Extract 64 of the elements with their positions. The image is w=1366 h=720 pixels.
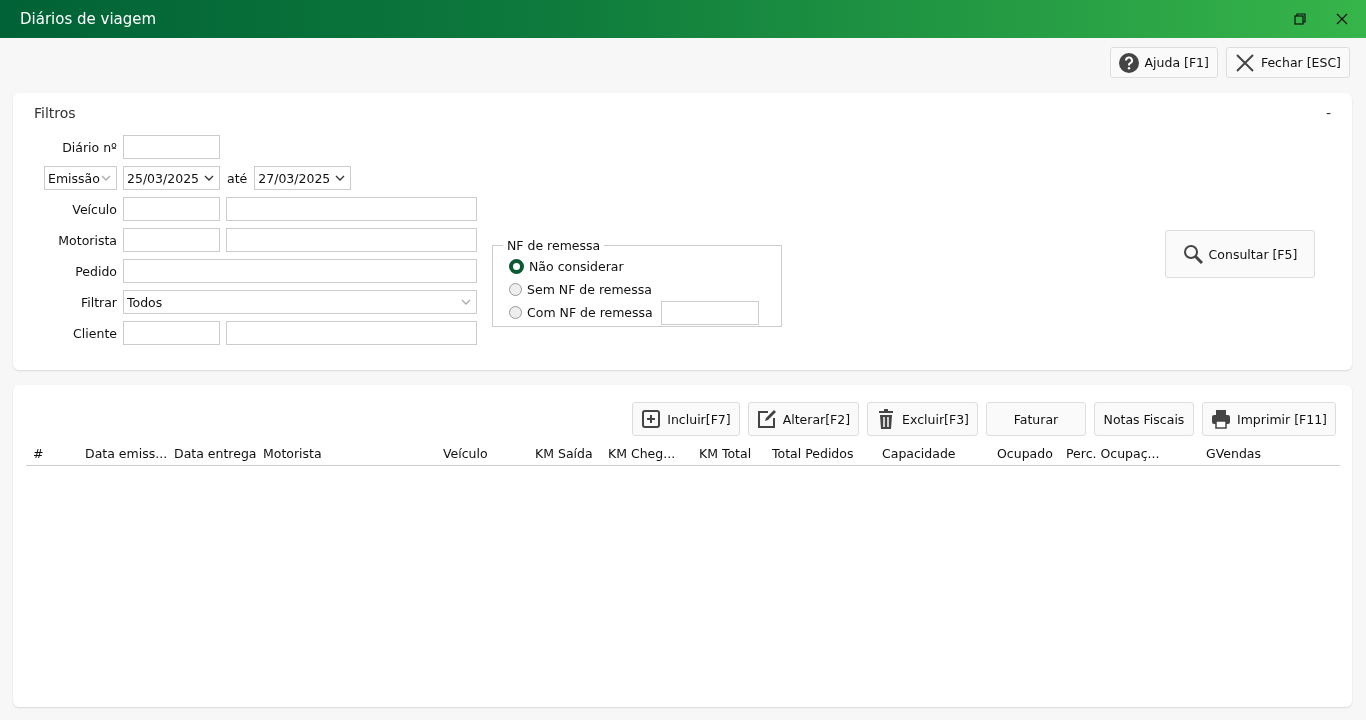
add-button[interactable]: Incluir[F7]: [632, 402, 740, 436]
radio-button[interactable]: [509, 306, 522, 319]
field-label: Cliente: [72, 325, 117, 341]
column-header[interactable]: Perc. Ocupaç...: [1066, 446, 1206, 461]
radio-label: Com NF de remessa: [527, 305, 653, 320]
column-header[interactable]: Veículo: [443, 446, 535, 461]
field-label: Pedido: [74, 263, 117, 279]
edit-icon: [756, 409, 777, 429]
help-button[interactable]: Ajuda [F1]: [1109, 47, 1218, 78]
chevron-down-icon: [101, 175, 111, 181]
input-field[interactable]: [123, 197, 220, 221]
column-header[interactable]: Data entrega: [174, 446, 263, 461]
action-button[interactable]: Faturar: [985, 402, 1086, 436]
close-button[interactable]: Fechar [ESC]: [1225, 47, 1350, 78]
column-header[interactable]: #: [33, 446, 85, 461]
input-field[interactable]: [123, 321, 220, 345]
collapse-button[interactable]: -: [1325, 105, 1331, 131]
action-button[interactable]: Notas Fiscais: [1093, 402, 1194, 436]
chevron-down-icon: [461, 299, 471, 305]
radio-button[interactable]: [509, 259, 524, 274]
close-icon: [1234, 52, 1255, 73]
delete-button[interactable]: Excluir[F3]: [867, 402, 978, 436]
field-label: Diário nº: [61, 139, 117, 155]
radio-label: Não considerar: [529, 259, 624, 274]
column-header[interactable]: GVendas: [1206, 446, 1340, 461]
input-field[interactable]: [660, 300, 759, 325]
radio-button[interactable]: [509, 283, 522, 296]
column-header[interactable]: KM Cheg...: [608, 446, 699, 461]
help-icon: [1118, 52, 1139, 73]
input-field[interactable]: [123, 259, 477, 283]
column-header[interactable]: Motorista: [263, 446, 443, 461]
panel-title: Filtros: [34, 105, 76, 123]
field-label: Veículo: [71, 201, 117, 217]
plus-icon: [641, 409, 662, 429]
chevron-down-icon: [204, 175, 214, 181]
column-header[interactable]: Ocupado: [997, 446, 1066, 461]
search-icon: [1182, 244, 1203, 264]
window-title: Diários de viagem: [20, 10, 157, 28]
column-header[interactable]: KM Saída: [535, 446, 608, 461]
input-field[interactable]: [226, 228, 477, 252]
date-field[interactable]: 25/03/2025: [123, 166, 220, 190]
edit-button[interactable]: Alterar[F2]: [747, 402, 860, 436]
column-header[interactable]: Total Pedidos: [772, 446, 882, 461]
close-icon[interactable]: [1336, 13, 1348, 25]
field-label: Motorista: [57, 232, 117, 248]
consultar-button[interactable]: Consultar [F5]: [1165, 230, 1315, 278]
column-header[interactable]: Capacidade: [882, 446, 997, 461]
group-title: NF de remessa: [506, 238, 602, 253]
input-field[interactable]: [123, 228, 220, 252]
column-header[interactable]: Data emiss...: [85, 446, 174, 461]
input-field[interactable]: [226, 321, 477, 345]
date-type-dropdown[interactable]: Emissão: [44, 166, 117, 190]
restore-icon[interactable]: [1294, 13, 1306, 25]
printer-icon: [1210, 409, 1231, 429]
column-header[interactable]: KM Total: [699, 446, 772, 461]
filter-dropdown[interactable]: Todos: [123, 290, 477, 314]
date-range-label: até: [226, 170, 249, 186]
chevron-down-icon: [335, 175, 346, 181]
field-label: Filtrar: [79, 294, 117, 310]
date-field[interactable]: 27/03/2025: [254, 166, 352, 190]
print-button[interactable]: Imprimir [F11]: [1201, 402, 1336, 436]
input-field[interactable]: [226, 197, 477, 221]
radio-label: Sem NF de remessa: [527, 282, 652, 297]
input-field[interactable]: [123, 135, 220, 159]
